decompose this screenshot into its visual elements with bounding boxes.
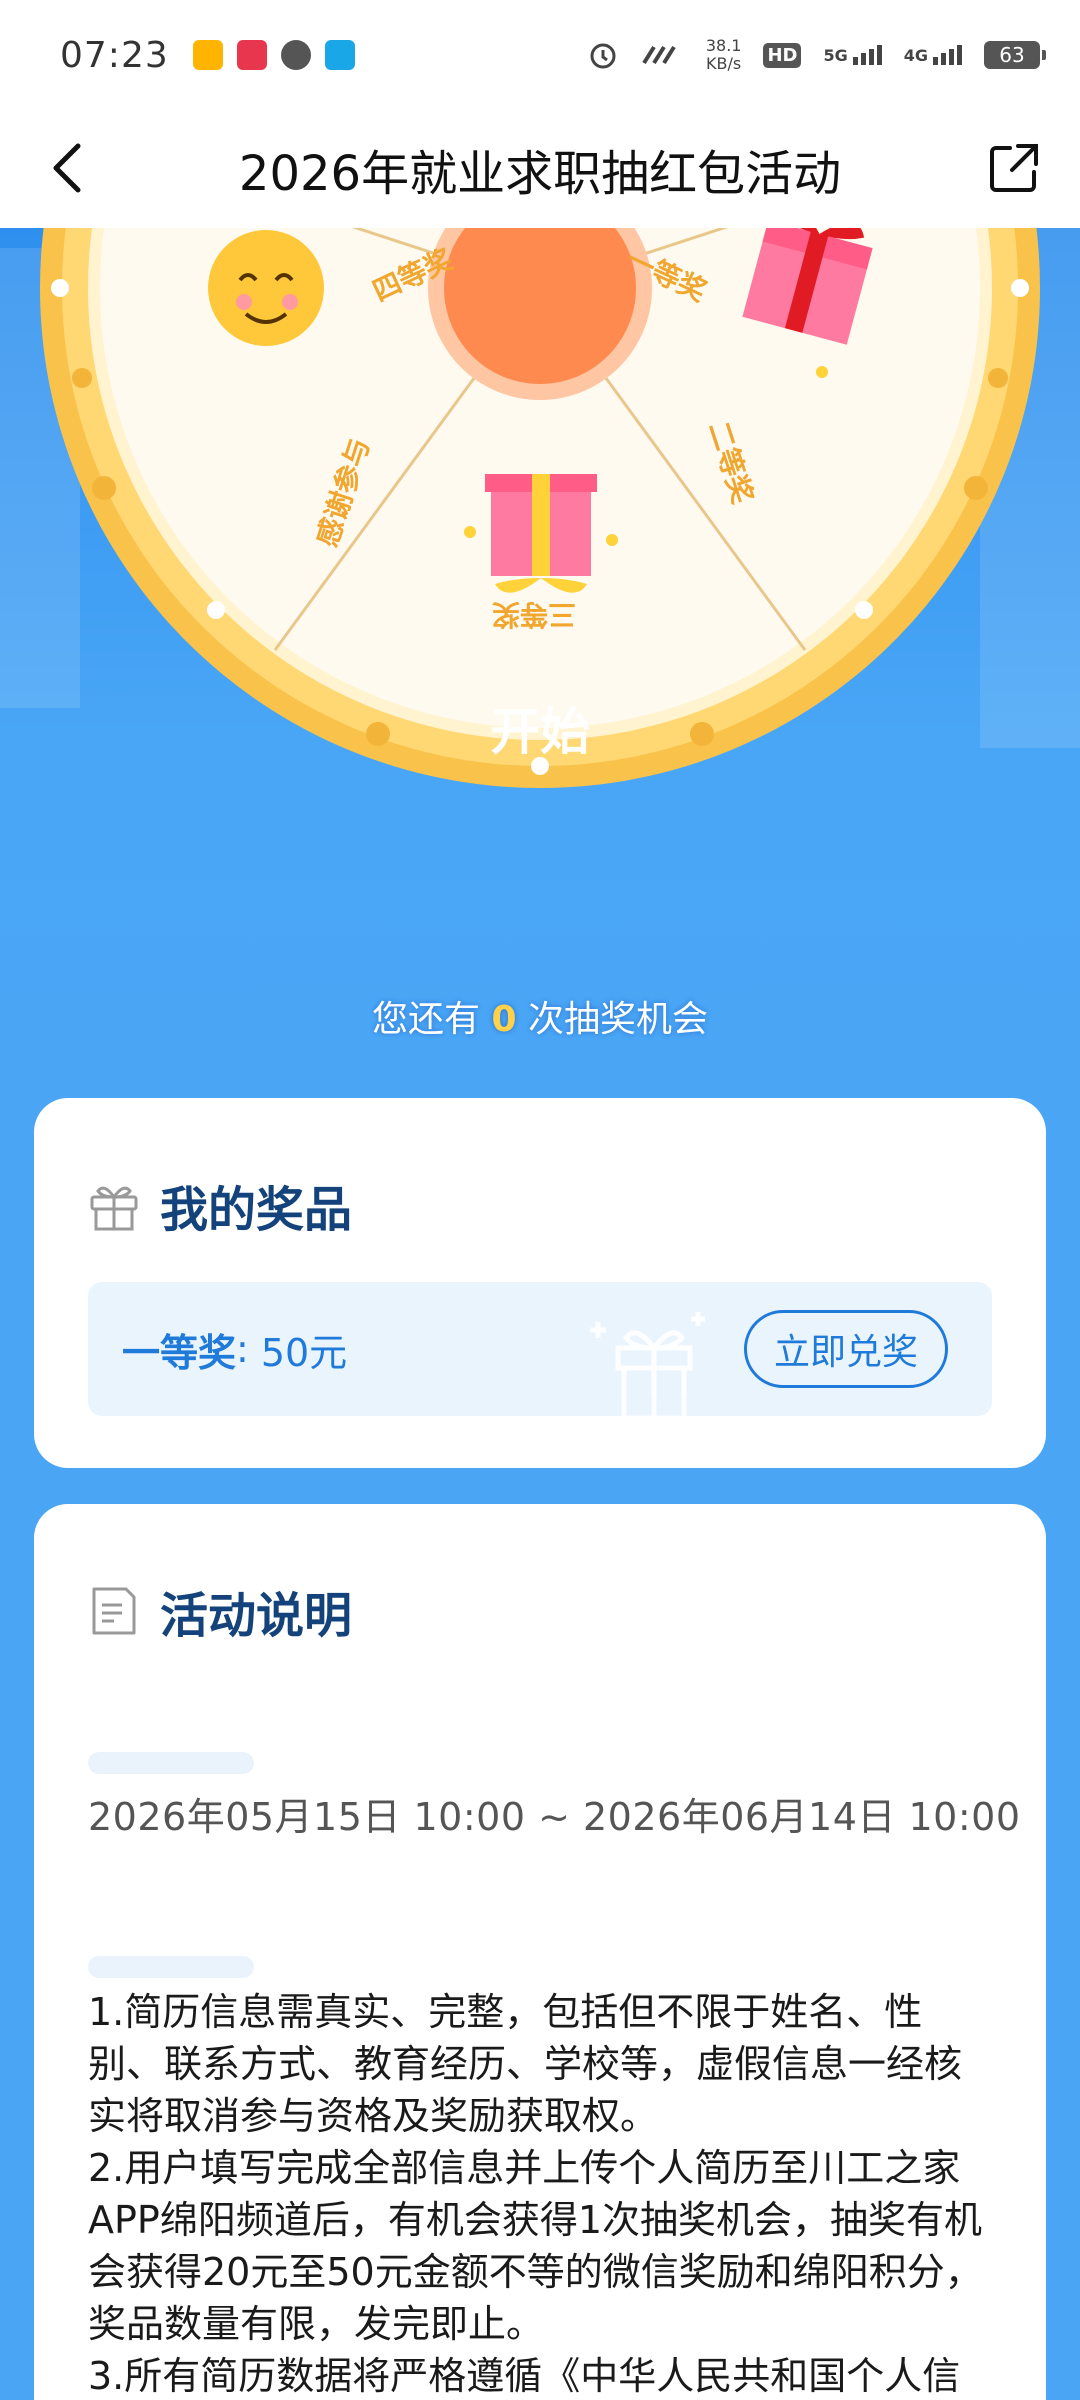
signal-5g-icon: 5G [823, 45, 882, 65]
document-icon [92, 1587, 136, 1635]
network-icon [642, 45, 676, 65]
lottery-hero: 四等奖 一等奖 二等奖 三等奖 感谢参与 开始 [0, 228, 1080, 1078]
prize-label-thanks: 感谢参与 [310, 434, 377, 551]
net-4g-label: 4G [903, 46, 928, 65]
prize-separator: : [236, 1327, 249, 1371]
chance-suffix: 次抽奖机会 [527, 999, 708, 1040]
page-title: 2026年就业求职抽红包活动 [238, 146, 842, 202]
network-speed-unit: KB/s [706, 54, 742, 73]
network-speed: 38.1 KB/s [706, 37, 742, 73]
browser-app-icon [324, 40, 355, 70]
status-indicators: 38.1 KB/s HD 5G 4G 63 [588, 37, 1046, 73]
battery-icon: 63 [984, 41, 1046, 69]
rule-item: 2.用户填写完成全部信息并上传个人简历至川工之家APP绵阳频道后，有机会获得1次… [88, 2146, 983, 2346]
redeem-button[interactable]: 立即兑奖 [744, 1310, 948, 1388]
net-5g-label: 5G [823, 46, 848, 65]
share-icon[interactable] [984, 138, 1044, 198]
activity-rules: 1.简历信息需真实、完整，包括但不限于姓名、性别、联系方式、教育经历、学校等，虚… [88, 1986, 998, 2400]
activity-description-card: 活动说明 2026年05月15日 10:00 ~ 2026年06月14日 10:… [34, 1504, 1046, 2400]
gift-watermark-icon [590, 1312, 705, 1416]
activity-description-header: 活动说明 [34, 1504, 1046, 1646]
prize-label-3: 三等奖 [492, 598, 577, 631]
section-placeholder-bar [88, 1956, 254, 1978]
prize-label-4: 四等奖 [367, 242, 458, 309]
rule-item: 3.所有简历数据将严格遵循《中华人民共和国个人信息保护法》进行加密存储和传输，不… [88, 2354, 961, 2398]
battery-level: 63 [999, 43, 1025, 67]
my-prizes-card: 我的奖品 一等奖 : 50元 立即兑奖 [34, 1098, 1046, 1468]
message-icon [280, 40, 311, 70]
activity-date-range: 2026年05月15日 10:00 ~ 2026年06月14日 10:00 [88, 1795, 1021, 1839]
chance-count: 0 [491, 999, 517, 1040]
activity-description-title: 活动说明 [160, 1588, 353, 1644]
section-placeholder-bar [88, 1752, 254, 1774]
signal-4g-icon: 4G [904, 45, 962, 65]
chance-prefix: 您还有 [372, 999, 481, 1040]
hd-badge: HD [763, 42, 802, 68]
prize-label-2: 二等奖 [701, 417, 760, 508]
prize-label-1: 一等奖 [621, 242, 712, 309]
wheel-labels: 四等奖 一等奖 二等奖 三等奖 感谢参与 开始 [40, 228, 1040, 788]
status-time: 07:23 [60, 34, 169, 76]
status-bar: 07:23 38.1 KB/s HD 5G 4G 63 [0, 0, 1080, 110]
network-speed-value: 38.1 [705, 36, 742, 55]
prize-level: 一等奖 [122, 1330, 237, 1375]
status-app-icons [192, 40, 355, 70]
my-prizes-header: 我的奖品 [34, 1098, 1046, 1240]
gift-icon [90, 1186, 138, 1231]
game-app-icon [236, 40, 267, 70]
back-arrow-icon[interactable] [40, 138, 100, 198]
prize-amount: 50元 [260, 1330, 348, 1375]
start-button[interactable]: 开始 [444, 692, 636, 764]
my-prizes-title: 我的奖品 [160, 1182, 353, 1238]
nav-bar: 2026年就业求职抽红包活动 [0, 110, 1080, 228]
draw-chance-text: 您还有 0 次抽奖机会 [0, 990, 1080, 1042]
weibo-app-icon [192, 40, 223, 70]
prize-item: 一等奖 : 50元 立即兑奖 [88, 1282, 992, 1416]
alarm-icon [590, 43, 616, 69]
rule-item: 1.简历信息需真实、完整，包括但不限于姓名、性别、联系方式、教育经历、学校等，虚… [88, 1990, 963, 2138]
